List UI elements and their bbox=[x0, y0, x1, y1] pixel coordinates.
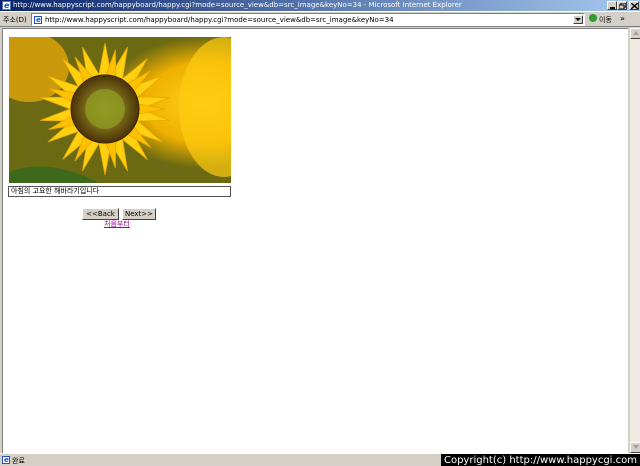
status-bar: e 완료 Copyright(c) http://www.happycgi.co… bbox=[0, 453, 640, 466]
minimize-button[interactable] bbox=[607, 1, 617, 10]
vertical-scrollbar[interactable] bbox=[629, 28, 640, 453]
address-input[interactable]: e http://www.happyscript.com/happyboard/… bbox=[31, 13, 585, 26]
go-label: 이동 bbox=[599, 16, 612, 24]
links-overflow-chevron-icon[interactable]: » bbox=[620, 14, 625, 23]
window-titlebar[interactable]: e http://www.happyscript.com/happyboard/… bbox=[0, 0, 640, 11]
window-title: http://www.happyscript.com/happyboard/ha… bbox=[13, 1, 462, 9]
address-bar: 주소(D) e http://www.happyscript.com/happy… bbox=[0, 11, 640, 27]
page-viewport: 아침의 고요한 해바라기입니다 <<Back Next>> 처음부터 bbox=[2, 28, 628, 453]
close-icon bbox=[631, 3, 638, 9]
arrow-down-icon bbox=[633, 445, 639, 449]
address-label: 주소(D) bbox=[3, 16, 27, 24]
first-page-link[interactable]: 처음부터 bbox=[104, 219, 130, 229]
ie-logo-icon: e bbox=[2, 1, 11, 10]
go-arrow-icon bbox=[589, 14, 597, 22]
restore-button[interactable] bbox=[617, 1, 627, 10]
scroll-up-button[interactable] bbox=[630, 28, 640, 39]
page-done-icon: e bbox=[2, 456, 10, 464]
arrow-up-icon bbox=[633, 31, 639, 35]
minimize-icon bbox=[610, 7, 615, 9]
restore-icon bbox=[619, 3, 626, 9]
image-caption: 아침의 고요한 해바라기입니다 bbox=[8, 186, 231, 197]
go-button[interactable]: 이동 bbox=[588, 13, 616, 26]
address-dropdown-button[interactable] bbox=[573, 15, 583, 24]
close-button[interactable] bbox=[629, 1, 639, 10]
copyright-watermark: Copyright(c) http://www.happycgi.com bbox=[440, 454, 640, 466]
address-url: http://www.happyscript.com/happyboard/ha… bbox=[45, 16, 394, 24]
chevron-down-icon bbox=[575, 18, 581, 21]
status-text: 완료 bbox=[12, 457, 25, 465]
sunflower-photo bbox=[9, 37, 231, 183]
scroll-down-button[interactable] bbox=[630, 442, 640, 453]
page-icon: e bbox=[34, 16, 42, 24]
